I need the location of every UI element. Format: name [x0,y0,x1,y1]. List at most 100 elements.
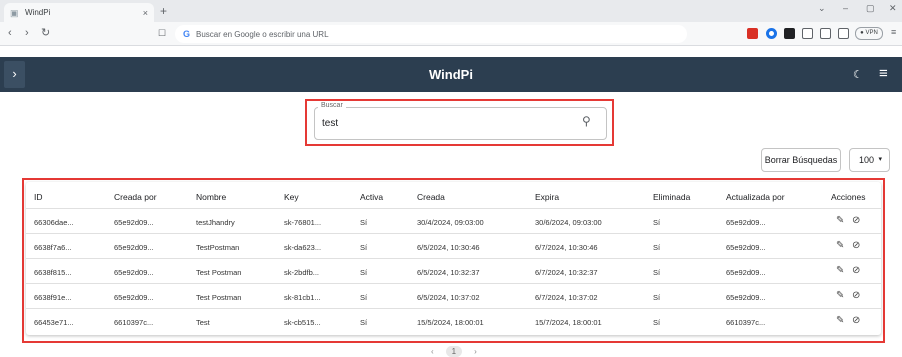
cell-created: 6/5/2024, 10:30:46 [417,243,480,252]
table-row[interactable]: 6638f815... 65e92d09... Test Postman sk-… [26,259,881,284]
cell-expires: 6/7/2024, 10:32:37 [535,268,598,277]
table-row[interactable]: 6638f91e... 65e92d09... Test Postman sk-… [26,284,881,309]
browser-tab-strip: ▣ WindPi × + ⌄ – ▢ ✕ [0,0,902,22]
col-header-key[interactable]: Key [284,192,299,202]
delete-icon[interactable]: ⊘ [852,315,860,326]
cell-created-by: 65e92d09... [114,268,154,277]
cell-name: Test Postman [196,268,242,277]
delete-icon[interactable]: ⊘ [852,290,860,301]
search-label: Buscar [318,102,346,109]
cell-deleted: Sí [653,268,661,277]
extension-mail-icon[interactable] [747,28,758,39]
cell-created-by: 65e92d09... [114,293,154,302]
chevron-down-icon: ▾ [878,156,882,163]
cell-updated-by: 65e92d09... [726,293,766,302]
table-row[interactable]: 66453e71... 6610397c... Test sk-cb515...… [26,309,881,334]
edit-icon[interactable]: ✎ [836,265,844,276]
next-page-button[interactable]: › [474,347,477,356]
cell-active: Sí [360,293,368,302]
page-size-value: 100 [859,155,875,165]
minimize-button[interactable]: – [843,3,848,13]
omnibox-placeholder: Buscar en Google o escribir una URL [196,29,329,39]
tab-search-icon[interactable]: ⌄ [818,3,826,14]
col-header-active[interactable]: Activa [360,192,383,202]
cell-created-by: 65e92d09... [114,243,154,252]
col-header-deleted[interactable]: Eliminada [653,192,690,202]
extension-dark-icon[interactable] [784,28,795,39]
google-icon: G [183,29,191,39]
api-keys-table: ID Creada por Nombre Key Activa Creada E… [26,182,881,335]
edit-icon[interactable]: ✎ [836,290,844,301]
edit-icon[interactable]: ✎ [836,315,844,326]
search-value[interactable]: test [322,118,338,129]
new-tab-button[interactable]: + [160,4,167,18]
bookmark-icon[interactable]: ☐ [158,28,166,39]
page-size-select[interactable]: 100 ▾ [849,148,890,172]
extensions-puzzle-icon[interactable] [802,28,813,39]
forward-icon[interactable]: › [25,27,29,40]
cell-updated-by: 65e92d09... [726,243,766,252]
reload-icon[interactable]: ↻ [41,27,50,40]
app-favicon-icon: ▣ [10,7,19,18]
cell-expires: 6/7/2024, 10:37:02 [535,293,598,302]
cell-updated-by: 65e92d09... [726,218,766,227]
edit-icon[interactable]: ✎ [836,215,844,226]
browser-menu-icon[interactable]: ≡ [891,27,896,37]
table-row[interactable]: 66306dae... 65e92d09... testJhandry sk-7… [26,209,881,234]
col-header-created[interactable]: Creada [417,192,445,202]
cell-name: Test [196,318,210,327]
cell-deleted: Sí [653,293,661,302]
pagination: ‹ 1 › [431,346,477,357]
browser-tab[interactable]: ▣ WindPi × [4,3,154,22]
page-1-button[interactable]: 1 [445,346,462,357]
cell-expires: 15/7/2024, 18:00:01 [535,318,602,327]
delete-icon[interactable]: ⊘ [852,240,860,251]
close-tab-icon[interactable]: × [143,8,148,18]
sidebar-icon[interactable] [820,28,831,39]
cell-updated-by: 6610397c... [726,318,766,327]
omnibox[interactable]: G Buscar en Google o escribir una URL [175,25,687,43]
col-header-created-by[interactable]: Creada por [114,192,157,202]
cell-key: sk-cb515... [284,318,321,327]
back-icon[interactable]: ‹ [8,27,12,40]
edit-icon[interactable]: ✎ [836,240,844,251]
delete-icon[interactable]: ⊘ [852,215,860,226]
cell-updated-by: 65e92d09... [726,268,766,277]
hamburger-menu-icon[interactable]: ≡ [879,65,888,82]
app-header: › WindPi ☾ ≡ [0,57,902,92]
vpn-badge[interactable]: ● VPN [855,27,883,40]
cell-active: Sí [360,268,368,277]
col-header-name[interactable]: Nombre [196,192,226,202]
cell-created-by: 6610397c... [114,318,154,327]
cell-key: sk-81cb1... [284,293,321,302]
col-header-id[interactable]: ID [34,192,43,202]
maximize-button[interactable]: ▢ [866,3,875,14]
screenshot-icon[interactable] [838,28,849,39]
prev-page-button[interactable]: ‹ [431,347,434,356]
delete-icon[interactable]: ⊘ [852,265,860,276]
cell-created: 6/5/2024, 10:32:37 [417,268,480,277]
cell-id: 6638f815... [34,268,72,277]
cell-expires: 6/7/2024, 10:30:46 [535,243,598,252]
col-header-expires[interactable]: Expira [535,192,559,202]
tab-title: WindPi [25,8,51,17]
cell-created-by: 65e92d09... [114,218,154,227]
extension-circle-icon[interactable] [766,28,777,39]
search-input[interactable] [314,107,607,140]
cell-created: 6/5/2024, 10:37:02 [417,293,480,302]
cell-id: 66306dae... [34,218,74,227]
close-window-button[interactable]: ✕ [889,3,897,14]
theme-toggle-icon[interactable]: ☾ [853,68,863,81]
cell-id: 66453e71... [34,318,74,327]
cell-key: sk-2bdfb... [284,268,320,277]
cell-key: sk-da623... [284,243,322,252]
address-bar-row: ‹ › ↻ ☐ G Buscar en Google o escribir un… [0,22,902,46]
app-title: WindPi [429,67,473,82]
clear-searches-button[interactable]: Borrar Búsquedas [761,148,841,172]
search-icon[interactable]: ⚲ [582,114,591,128]
cell-deleted: Sí [653,243,661,252]
table-row[interactable]: 6638f7a6... 65e92d09... TestPostman sk-d… [26,234,881,259]
table-header-row: ID Creada por Nombre Key Activa Creada E… [26,182,881,209]
col-header-updated-by[interactable]: Actualizada por [726,192,785,202]
cell-name: TestPostman [196,243,240,252]
